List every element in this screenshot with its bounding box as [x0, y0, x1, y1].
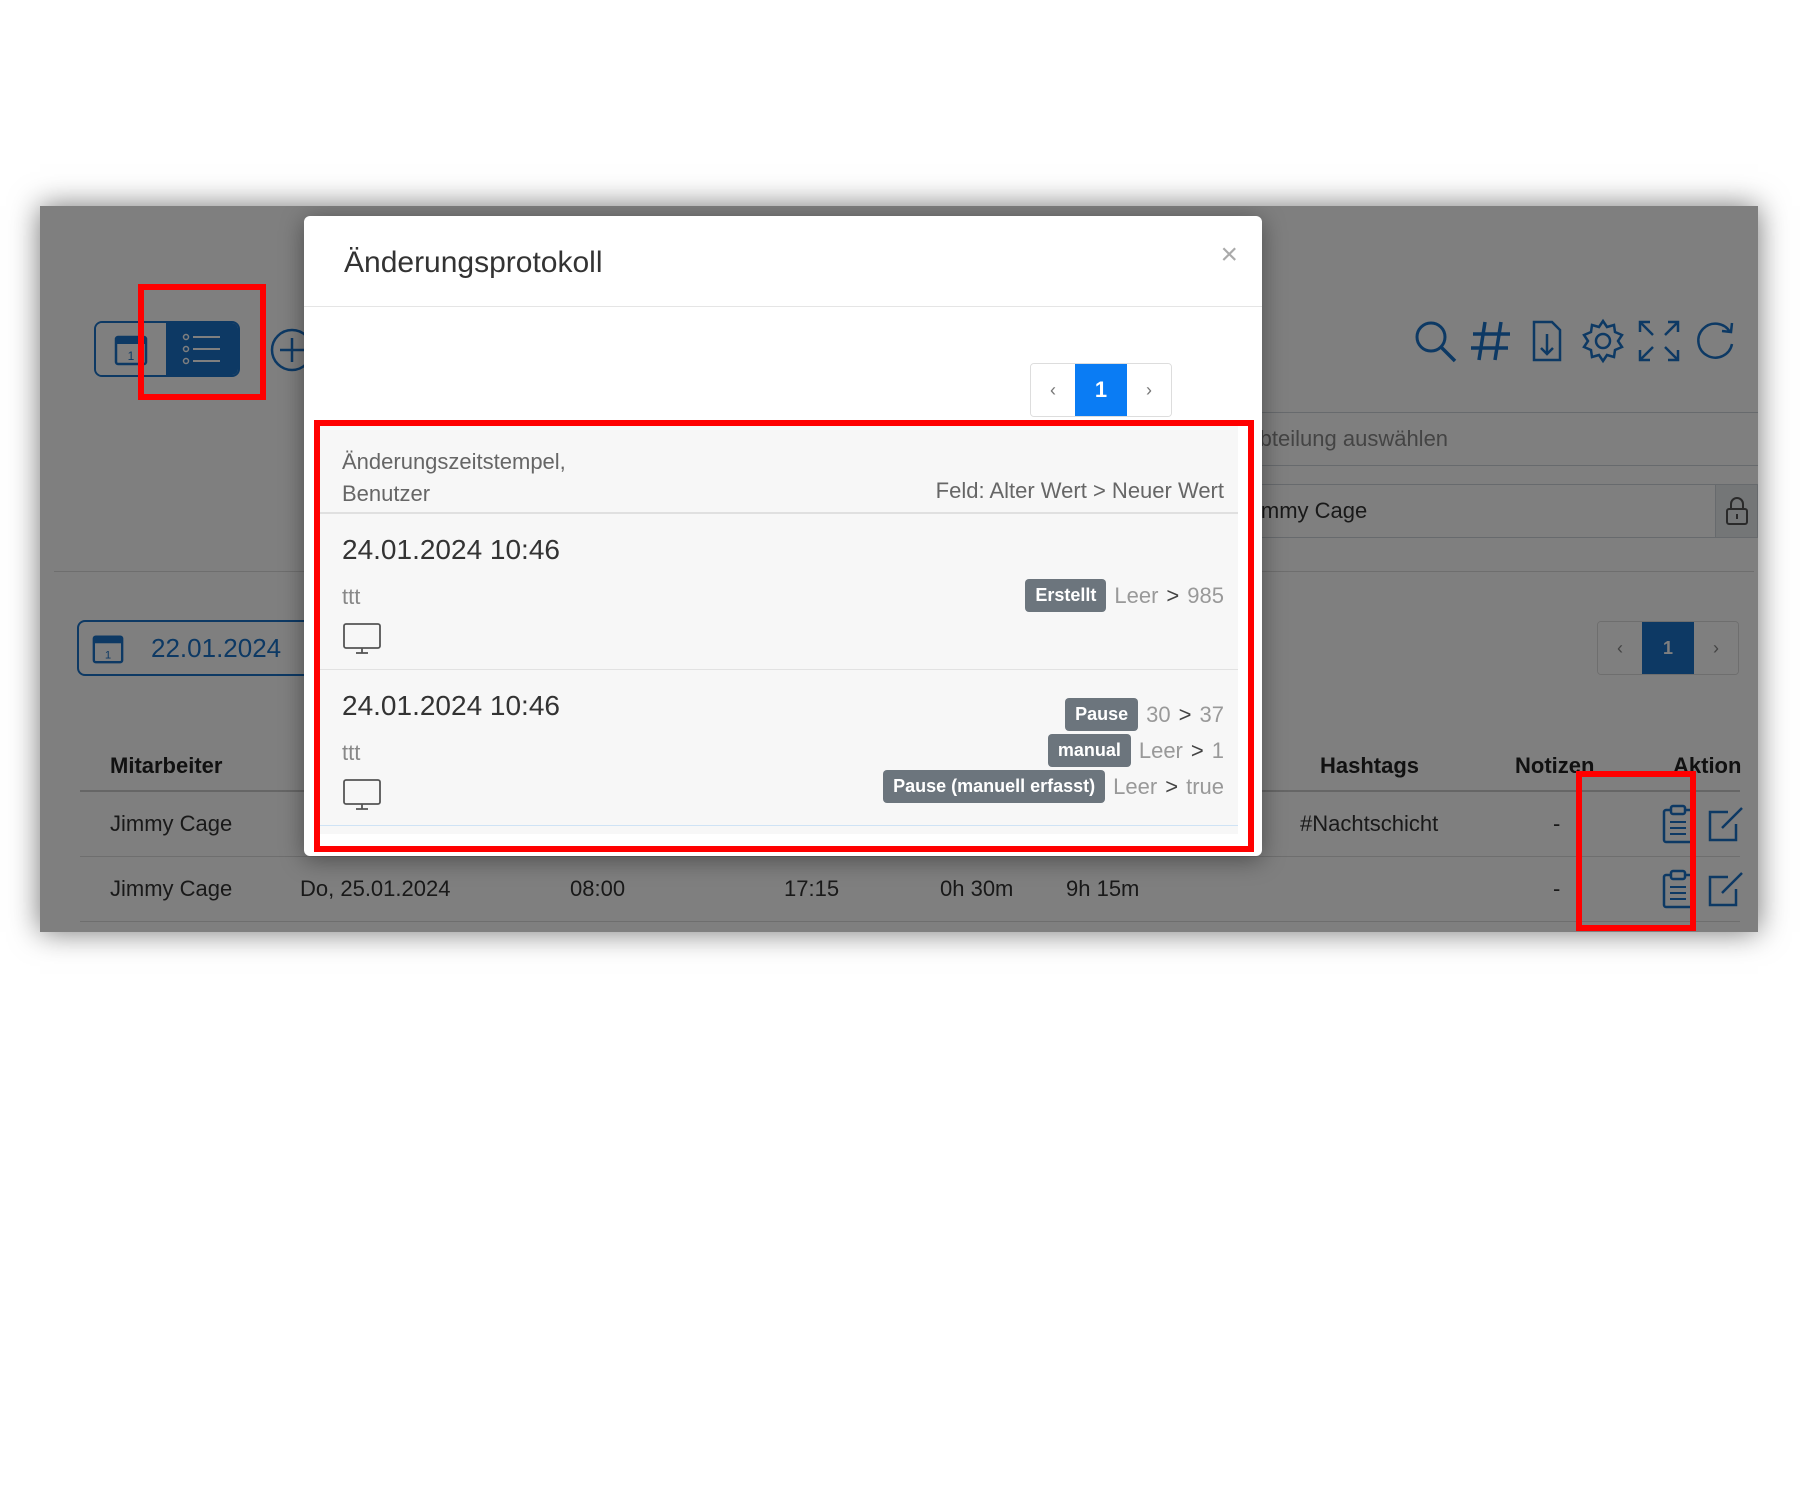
highlight-change-log — [314, 420, 1254, 852]
screenshot-frame: 1 — [40, 206, 1758, 932]
modal-title: Änderungsprotokoll — [344, 246, 603, 279]
prev-page-button[interactable]: ‹ — [1031, 364, 1075, 416]
highlight-action-icons — [1576, 771, 1696, 931]
highlight-view-toggle — [138, 284, 266, 400]
next-page-button[interactable]: › — [1127, 364, 1171, 416]
close-button[interactable]: × — [1220, 240, 1238, 270]
current-page[interactable]: 1 — [1075, 364, 1127, 416]
modal-header: Änderungsprotokoll × — [304, 216, 1262, 307]
modal-pagination: ‹ 1 › — [1030, 363, 1172, 417]
